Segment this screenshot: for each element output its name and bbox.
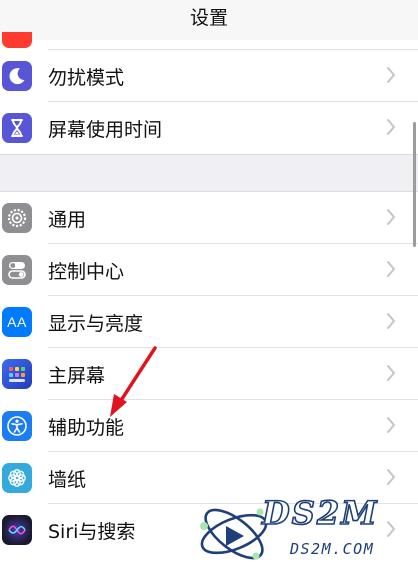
settings-row-label: 显示与亮度	[48, 313, 144, 335]
siri-icon	[2, 515, 32, 545]
gear-icon	[2, 203, 32, 233]
text-size-icon-glyph: AA	[7, 314, 27, 330]
settings-row-label: 通用	[48, 209, 87, 231]
settings-row-general[interactable]: 通用	[0, 192, 418, 244]
chevron-right-icon	[387, 313, 395, 329]
settings-row-label: 墙纸	[48, 469, 87, 491]
chevron-right-icon	[387, 119, 395, 135]
watermark-url: DS2M.COM	[290, 540, 375, 558]
settings-row-do-not-disturb[interactable]: 勿扰模式	[0, 50, 418, 102]
settings-row-label: 控制中心	[48, 261, 125, 283]
notifications-icon-remnant	[2, 32, 32, 48]
scroll-indicator[interactable]	[413, 122, 416, 247]
chevron-right-icon	[387, 365, 395, 381]
flower-icon	[2, 463, 32, 493]
settings-row-label: Siri与搜索	[48, 521, 136, 543]
settings-row-label: 屏幕使用时间	[48, 119, 163, 141]
settings-row-home-screen[interactable]: 主屏幕	[0, 348, 418, 400]
toggles-icon	[2, 255, 32, 285]
settings-row-label: 辅助功能	[48, 417, 125, 439]
accessibility-icon	[2, 411, 32, 441]
moon-icon	[2, 61, 32, 91]
hourglass-icon	[2, 113, 32, 143]
watermark-logo-text: DS2M	[261, 493, 379, 533]
section-gap	[0, 154, 418, 192]
settings-row-label: 勿扰模式	[48, 67, 125, 89]
chevron-right-icon	[387, 67, 395, 83]
settings-group-focus: 勿扰模式 屏幕使用时间	[0, 32, 418, 154]
page-title: 设置	[189, 7, 228, 29]
settings-row-display-brightness[interactable]: AA 显示与亮度	[0, 296, 418, 348]
chevron-right-icon	[387, 469, 395, 485]
settings-row-label: 主屏幕	[48, 365, 106, 387]
previous-row-remnant	[0, 32, 418, 50]
settings-row-accessibility[interactable]: 辅助功能	[0, 400, 418, 452]
settings-row-control-center[interactable]: 控制中心	[0, 244, 418, 296]
chevron-right-icon	[387, 209, 395, 225]
home-grid-icon	[2, 359, 32, 389]
watermark-logo: DS2M DS2M.COM	[196, 493, 418, 568]
settings-row-screen-time[interactable]: 屏幕使用时间	[0, 102, 418, 154]
chevron-right-icon	[387, 417, 395, 433]
navigation-bar: 设置	[0, 0, 418, 40]
text-size-icon: AA	[2, 307, 32, 337]
chevron-right-icon	[387, 261, 395, 277]
